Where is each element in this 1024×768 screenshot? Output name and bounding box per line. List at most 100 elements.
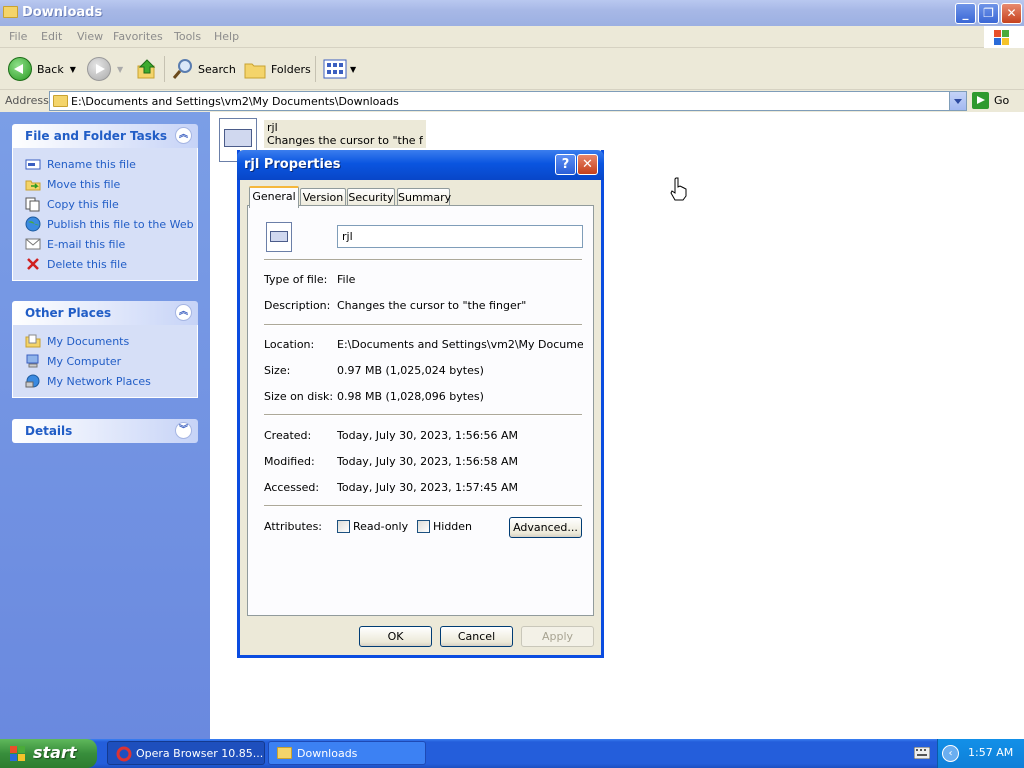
location-label: Location: bbox=[264, 338, 315, 351]
hidden-label[interactable]: Hidden bbox=[433, 520, 472, 533]
place-label: My Network Places bbox=[47, 374, 151, 388]
forward-button[interactable]: ▼ bbox=[87, 56, 123, 82]
back-label: Back bbox=[37, 62, 64, 76]
search-button[interactable]: Search bbox=[171, 56, 236, 82]
size-label: Size: bbox=[264, 364, 291, 377]
file-name: rjl bbox=[267, 121, 278, 134]
search-label: Search bbox=[198, 62, 236, 76]
location-value: E:\Documents and Settings\vm2\My Documen… bbox=[337, 338, 583, 351]
address-input[interactable]: E:\Documents and Settings\vm2\My Documen… bbox=[49, 91, 967, 111]
apply-button[interactable]: Apply bbox=[521, 626, 594, 647]
accessed-label: Accessed: bbox=[264, 481, 320, 494]
keyboard-icon[interactable] bbox=[914, 747, 930, 759]
taskbar-item-opera[interactable]: Opera Browser 10.85... bbox=[107, 741, 265, 765]
place-label: My Documents bbox=[47, 334, 130, 348]
dialog-title: rjl Properties bbox=[244, 157, 341, 172]
cancel-button[interactable]: Cancel bbox=[440, 626, 513, 647]
description-label: Description: bbox=[264, 299, 331, 312]
help-button[interactable]: ? bbox=[555, 154, 576, 175]
file-name-input[interactable] bbox=[337, 225, 583, 248]
expand-icon[interactable]: ︾ bbox=[175, 422, 192, 439]
modified-label: Modified: bbox=[264, 455, 315, 468]
file-folder-tasks-panel: File and Folder Tasks ︽ Rename this file… bbox=[12, 124, 198, 281]
task-pane: File and Folder Tasks ︽ Rename this file… bbox=[0, 112, 210, 739]
up-folder-icon bbox=[137, 59, 156, 79]
windows-logo-icon bbox=[984, 26, 1024, 48]
close-button[interactable]: ✕ bbox=[1001, 3, 1022, 24]
email-file-link[interactable]: E-mail this file bbox=[25, 234, 197, 254]
created-label: Created: bbox=[264, 429, 312, 442]
properties-dialog: rjl Properties ? ✕ General Version Secur… bbox=[237, 150, 604, 658]
hidden-checkbox[interactable] bbox=[417, 520, 430, 533]
general-tab-panel: Type of file: File Description: Changes … bbox=[247, 205, 594, 616]
collapse-icon[interactable]: ︽ bbox=[175, 304, 192, 321]
clock: 1:57 AM bbox=[968, 746, 1014, 759]
menu-edit[interactable]: Edit bbox=[41, 30, 62, 43]
delete-file-link[interactable]: Delete this file bbox=[25, 254, 197, 274]
system-tray: ‹ 1:57 AM bbox=[937, 739, 1024, 768]
created-value: Today, July 30, 2023, 1:56:56 AM bbox=[337, 429, 518, 442]
views-button[interactable]: ▼ bbox=[323, 56, 356, 82]
menu-view[interactable]: View bbox=[77, 30, 103, 43]
publish-file-link[interactable]: Publish this file to the Web bbox=[25, 214, 197, 234]
tab-general[interactable]: General bbox=[249, 186, 299, 208]
menu-file[interactable]: File bbox=[9, 30, 27, 43]
address-dropdown-button[interactable] bbox=[949, 92, 966, 110]
size-on-disk-value: 0.98 MB (1,028,096 bytes) bbox=[337, 390, 484, 403]
other-places-title: Other Places bbox=[25, 306, 112, 320]
rename-file-link[interactable]: Rename this file bbox=[25, 154, 197, 174]
taskbar-item-downloads[interactable]: Downloads bbox=[268, 741, 426, 765]
toolbar: Back ▼ ▼ Search Folders ▼ bbox=[0, 48, 1024, 90]
details-header[interactable]: Details ︾ bbox=[12, 419, 198, 443]
up-folder-button[interactable] bbox=[136, 56, 158, 82]
menu-bar: File Edit View Favorites Tools Help bbox=[0, 26, 1024, 48]
go-button[interactable]: Go bbox=[972, 92, 1009, 109]
back-button[interactable]: Back ▼ bbox=[8, 56, 76, 82]
readonly-checkbox[interactable] bbox=[337, 520, 350, 533]
my-documents-link[interactable]: My Documents bbox=[25, 331, 197, 351]
readonly-label[interactable]: Read-only bbox=[353, 520, 408, 533]
task-label: Move this file bbox=[47, 177, 121, 191]
other-places-header[interactable]: Other Places ︽ bbox=[12, 301, 198, 325]
advanced-button[interactable]: Advanced... bbox=[509, 517, 582, 538]
dialog-title-bar[interactable]: rjl Properties ? ✕ bbox=[237, 150, 604, 180]
menu-help[interactable]: Help bbox=[214, 30, 239, 43]
show-hidden-icons-icon[interactable]: ‹ bbox=[942, 745, 959, 762]
collapse-icon[interactable]: ︽ bbox=[175, 127, 192, 144]
my-network-places-link[interactable]: My Network Places bbox=[25, 371, 197, 391]
my-computer-link[interactable]: My Computer bbox=[25, 351, 197, 371]
start-button[interactable]: start bbox=[0, 739, 97, 768]
back-arrow-icon bbox=[8, 57, 32, 81]
go-label: Go bbox=[994, 94, 1010, 107]
chevron-down-icon[interactable]: ▼ bbox=[117, 65, 123, 74]
file-folder-tasks-header[interactable]: File and Folder Tasks ︽ bbox=[12, 124, 198, 148]
move-icon bbox=[25, 180, 41, 191]
publish-icon bbox=[25, 216, 41, 232]
my-computer-icon bbox=[26, 354, 39, 368]
window-title-bar[interactable]: Downloads _ ❐ ✕ bbox=[0, 0, 1024, 26]
opera-icon bbox=[116, 746, 132, 762]
address-label: Address bbox=[5, 94, 49, 107]
file-folder-tasks-title: File and Folder Tasks bbox=[25, 129, 168, 143]
copy-file-link[interactable]: Copy this file bbox=[25, 194, 197, 214]
file-icon bbox=[266, 222, 292, 252]
maximize-button[interactable]: ❐ bbox=[978, 3, 999, 24]
start-label: start bbox=[33, 743, 77, 762]
move-file-link[interactable]: Move this file bbox=[25, 174, 197, 194]
modified-value: Today, July 30, 2023, 1:56:58 AM bbox=[337, 455, 518, 468]
hand-cursor-icon bbox=[670, 177, 687, 201]
chevron-down-icon[interactable]: ▼ bbox=[350, 65, 356, 74]
email-icon bbox=[25, 238, 41, 250]
minimize-button[interactable]: _ bbox=[955, 3, 976, 24]
chevron-down-icon[interactable]: ▼ bbox=[70, 65, 76, 74]
menu-tools[interactable]: Tools bbox=[174, 30, 201, 43]
window-title: Downloads bbox=[22, 5, 103, 20]
details-panel: Details ︾ bbox=[12, 419, 198, 443]
menu-favorites[interactable]: Favorites bbox=[113, 30, 163, 43]
folders-button[interactable]: Folders bbox=[243, 56, 311, 82]
dialog-close-button[interactable]: ✕ bbox=[577, 154, 598, 175]
ok-button[interactable]: OK bbox=[359, 626, 432, 647]
rename-icon bbox=[25, 159, 41, 170]
address-path: E:\Documents and Settings\vm2\My Documen… bbox=[71, 95, 399, 108]
address-bar: Address E:\Documents and Settings\vm2\My… bbox=[0, 90, 1024, 112]
